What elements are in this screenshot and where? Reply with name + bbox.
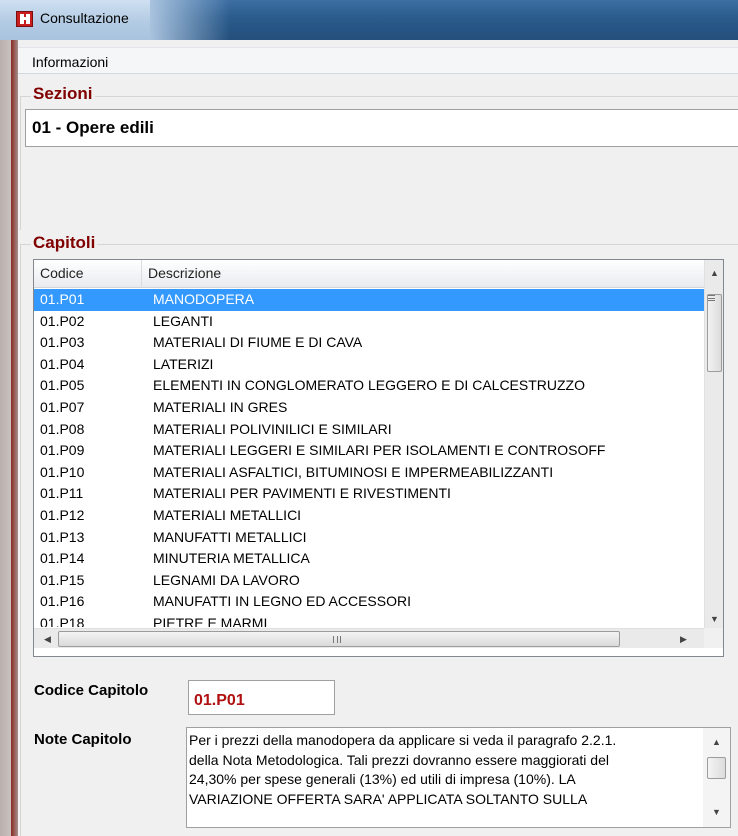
row-description: MINUTERIA METALLICA (153, 550, 310, 567)
note-capitolo-text: Per i prezzi della manodopera da applica… (189, 731, 703, 809)
sezioni-group-title: Sezioni (31, 84, 95, 104)
scroll-down-arrow-icon[interactable]: ▼ (705, 610, 723, 628)
menu-item-informazioni[interactable]: Informazioni (32, 54, 108, 70)
scroll-up-arrow-icon[interactable]: ▲ (708, 736, 725, 748)
row-description: ELEMENTI IN CONGLOMERATO LEGGERO E DI CA… (153, 377, 585, 394)
scroll-down-arrow-icon[interactable]: ▼ (708, 806, 725, 818)
row-code: 01.P13 (40, 528, 85, 545)
codice-capitolo-label: Codice Capitolo (34, 682, 149, 699)
table-row[interactable]: 01.P12 MATERIALI METALLICI (34, 505, 704, 527)
row-code: 01.P07 (40, 398, 85, 415)
row-code: 01.P18 (40, 614, 85, 627)
row-code: 01.P04 (40, 355, 85, 372)
app-icon (16, 11, 33, 27)
table-row[interactable]: 01.P15 LEGNAMI DA LAVORO (34, 570, 704, 592)
list-rows: 01.P01 MANODOPERA 01.P02 LEGANTI 01.P03 MATER… (34, 289, 704, 627)
scrollbar-corner (704, 628, 723, 648)
note-vertical-scrollbar[interactable]: ▲ ▼ (703, 728, 730, 827)
row-code: 01.P03 (40, 334, 85, 351)
scroll-grip-icon (708, 295, 715, 301)
table-row[interactable]: 01.P14 MINUTERIA METALLICA (34, 548, 704, 570)
row-description: MATERIALI POLIVINILICI E SIMILARI (153, 420, 392, 437)
table-row[interactable]: 01.P10 MATERIALI ASFALTICI, BITUMINOSI E … (34, 462, 704, 484)
sezioni-listbox[interactable]: 01 - Opere edili (25, 109, 738, 147)
row-code: 01.P16 (40, 593, 85, 610)
note-line: della Nota Metodologica. Tali prezzi dov… (189, 751, 609, 768)
row-code: 01.P15 (40, 571, 85, 588)
sezioni-group-border (20, 96, 738, 97)
note-line: Per i prezzi della manodopera da applica… (189, 732, 617, 748)
capitoli-group-border (20, 244, 738, 245)
note-line: VARIAZIONE OFFERTA SARA' APPLICATA SOLTA… (189, 790, 588, 807)
table-row[interactable]: 01.P04 LATERIZI (34, 354, 704, 376)
codice-capitolo-field[interactable]: 01.P01 (188, 680, 335, 715)
capitoli-group-title: Capitoli (31, 233, 98, 253)
row-description: PIETRE E MARMI (153, 614, 268, 627)
table-row[interactable]: 01.P09 MATERIALI LEGGERI E SIMILARI PER I… (34, 440, 704, 462)
row-code: 01.P08 (40, 420, 85, 437)
table-row[interactable]: 01.P11 MATERIALI PER PAVIMENTI E RIVESTIM… (34, 483, 704, 505)
list-vertical-scrollbar[interactable]: ▲ ▼ (704, 260, 723, 628)
row-description: LEGANTI (153, 312, 213, 329)
row-code: 01.P11 (40, 485, 84, 502)
scroll-up-arrow-icon[interactable]: ▲ (705, 264, 723, 282)
row-code: 01.P01 (40, 291, 85, 307)
window-title-bar[interactable]: Consultazione (0, 0, 738, 40)
row-description: LATERIZI (153, 355, 214, 372)
capitoli-group-border-left (20, 244, 21, 836)
row-code: 01.P12 (40, 506, 85, 523)
horizontal-scroll-thumb[interactable] (58, 631, 620, 647)
menu-bar: Informazioni (18, 47, 738, 74)
table-row[interactable]: 01.P18 PIETRE E MARMI (34, 613, 704, 627)
note-capitolo-textarea[interactable]: Per i prezzi della manodopera da applica… (186, 727, 731, 828)
vertical-scroll-thumb[interactable] (707, 294, 722, 372)
row-code: 01.P14 (40, 550, 85, 567)
column-header-descrizione[interactable]: Descrizione (142, 260, 704, 288)
table-row[interactable]: 01.P08 MATERIALI POLIVINILICI E SIMILARI (34, 419, 704, 441)
note-capitolo-label: Note Capitolo (34, 731, 132, 748)
table-row[interactable]: 01.P13 MANUFATTI METALLICI (34, 527, 704, 549)
row-description: LEGNAMI DA LAVORO (153, 571, 300, 588)
sezioni-group-border-left (20, 96, 21, 230)
sezioni-selected-item[interactable]: 01 - Opere edili (32, 118, 154, 138)
table-row[interactable]: 01.P02 LEGANTI (34, 311, 704, 333)
row-code: 01.P02 (40, 312, 85, 329)
background-window-edge (0, 40, 18, 836)
scroll-left-arrow-icon[interactable]: ◀ (38, 630, 57, 648)
list-header: Codice Descrizione (34, 260, 704, 288)
note-line: 24,30% per spese generali (13%) ed utili… (189, 771, 576, 787)
row-description: MANUFATTI METALLICI (153, 528, 307, 545)
row-description: MATERIALI ASFALTICI, BITUMINOSI E IMPERM… (153, 463, 554, 480)
scroll-right-arrow-icon[interactable]: ▶ (674, 630, 693, 648)
capitoli-list[interactable]: Codice Descrizione 01.P01 MANODOPERA 01.P0… (33, 259, 724, 657)
table-row[interactable]: 01.P03 MATERIALI DI FIUME E DI CAVA (34, 332, 704, 354)
row-description: MATERIALI DI FIUME E DI CAVA (153, 334, 363, 351)
row-description: MATERIALI LEGGERI E SIMILARI PER ISOLAME… (153, 442, 606, 459)
window-title: Consultazione (40, 10, 129, 26)
row-description: MATERIALI IN GRES (153, 398, 288, 415)
list-horizontal-scrollbar[interactable]: ◀ ▶ (34, 628, 723, 648)
row-description: MATERIALI METALLICI (153, 506, 302, 523)
row-code: 01.P10 (40, 463, 85, 480)
table-row[interactable]: 01.P05 ELEMENTI IN CONGLOMERATO LEGGERO E… (34, 375, 704, 397)
codice-capitolo-value: 01.P01 (194, 692, 245, 709)
table-row[interactable]: 01.P07 MATERIALI IN GRES (34, 397, 704, 419)
table-row[interactable]: 01.P16 MANUFATTI IN LEGNO ED ACCESSORI (34, 591, 704, 613)
row-description: MATERIALI PER PAVIMENTI E RIVESTIMENTI (153, 485, 451, 502)
row-description: MANUFATTI IN LEGNO ED ACCESSORI (153, 593, 412, 610)
note-scroll-thumb[interactable] (707, 757, 726, 779)
row-code: 01.P05 (40, 377, 85, 394)
column-header-codice[interactable]: Codice (34, 260, 142, 288)
row-description: MANODOPERA (153, 291, 255, 307)
table-row[interactable]: 01.P01 MANODOPERA (34, 289, 704, 311)
row-code: 01.P09 (40, 442, 85, 459)
scroll-grip-icon (333, 636, 341, 643)
